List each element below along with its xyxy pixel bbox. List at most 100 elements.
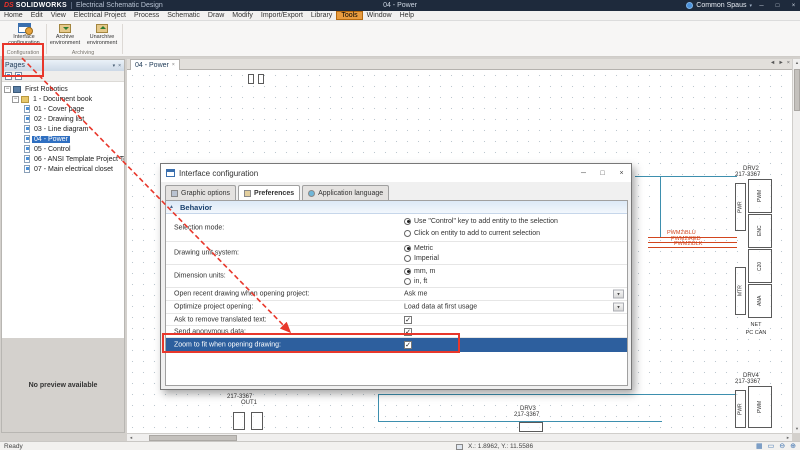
tab-list-close-icon[interactable]: × xyxy=(787,60,790,66)
scroll-down-icon[interactable]: ▼ xyxy=(793,425,800,433)
scroll-up-icon[interactable]: ▲ xyxy=(793,59,800,67)
pin-box[interactable] xyxy=(519,422,543,432)
menu-window[interactable]: Window xyxy=(363,11,396,20)
menu-draw[interactable]: Draw xyxy=(204,11,228,20)
menu-view[interactable]: View xyxy=(47,11,70,20)
menu-electrical-project[interactable]: Electrical Project xyxy=(70,11,130,20)
page-properties-icon[interactable] xyxy=(15,72,22,80)
radio-imperial[interactable]: Imperial xyxy=(404,253,439,263)
tab-preferences[interactable]: Preferences xyxy=(238,185,300,200)
tab-graphic-options[interactable]: Graphic options xyxy=(165,185,236,200)
grid-icon[interactable]: ▦ xyxy=(756,442,763,450)
wire[interactable] xyxy=(635,176,737,177)
pin-cell[interactable]: PWM xyxy=(748,179,772,213)
checkbox-send-anonymous[interactable]: ✓ xyxy=(404,328,412,336)
menu-help[interactable]: Help xyxy=(396,11,418,20)
schematic-symbol[interactable] xyxy=(248,74,254,84)
group-configuration-label: Configuration xyxy=(2,50,44,56)
tab-04-power[interactable]: 04 - Power × xyxy=(130,59,180,70)
pages-panel-header[interactable]: Pages ▾ × xyxy=(2,60,124,71)
row-zoom-to-fit[interactable]: Zoom to fit when opening drawing: ✓ xyxy=(166,338,627,352)
pin-box[interactable] xyxy=(251,412,263,430)
pin-cell[interactable]: ENC xyxy=(748,214,772,248)
pin-cell[interactable]: ANA xyxy=(748,284,772,318)
dialog-maximize-button[interactable]: □ xyxy=(593,164,612,182)
dropdown-value[interactable]: Load data at first usage xyxy=(404,304,477,311)
component-out1[interactable]: 217-3367 OUT1 xyxy=(227,394,275,406)
pin-box[interactable] xyxy=(233,412,245,430)
collapse-icon[interactable]: − xyxy=(4,86,11,93)
pin-cell[interactable]: C20 xyxy=(748,249,772,283)
tree-item-project[interactable]: − First Robotics xyxy=(2,84,124,94)
behavior-section-header[interactable]: ▲ Behavior xyxy=(166,201,627,214)
radio-metric[interactable]: Metric xyxy=(404,243,433,253)
pin-cell[interactable]: PWR xyxy=(735,183,746,231)
dialog-titlebar[interactable]: Interface configuration ─ □ × xyxy=(161,164,631,182)
menu-edit[interactable]: Edit xyxy=(27,11,47,20)
archive-environment-button[interactable]: Archive environment xyxy=(48,22,82,49)
close-panel-icon[interactable]: × xyxy=(118,63,121,69)
menu-library[interactable]: Library xyxy=(307,11,336,20)
tree-item-main-electrical-closet[interactable]: 07 - Main electrical closet xyxy=(2,164,124,174)
unarchive-environment-button[interactable]: Unarchive environment xyxy=(84,22,120,49)
dropdown-arrow-icon[interactable]: ▾ xyxy=(613,303,624,312)
tree-item-cover-page[interactable]: 01 - Cover page xyxy=(2,104,124,114)
collapse-icon[interactable]: − xyxy=(12,96,19,103)
radio-label: Imperial xyxy=(414,255,439,262)
component-drv2[interactable]: DRV2 217-3367 PWR MTR PWM ENC C20 ANA NE… xyxy=(735,166,777,336)
tree-item-drawing-list[interactable]: 02 - Drawing list xyxy=(2,114,124,124)
menu-schematic[interactable]: Schematic xyxy=(163,11,204,20)
zoom-in-icon[interactable]: ⊕ xyxy=(790,442,796,450)
menu-home[interactable]: Home xyxy=(0,11,27,20)
radio-click-on-entity[interactable]: Click on entity to add to current select… xyxy=(404,228,540,238)
user-avatar-icon[interactable] xyxy=(686,2,693,9)
user-menu-caret-icon[interactable]: ▾ xyxy=(749,3,752,9)
user-name[interactable]: Common Spaus xyxy=(696,2,746,9)
tab-close-icon[interactable]: × xyxy=(172,62,175,68)
component-drv3[interactable]: DRV3 217-3367 xyxy=(514,406,548,418)
tree-item-line-diagram[interactable]: 03 - Line diagram xyxy=(2,124,124,134)
component-drv4[interactable]: DRV4 217-3367 PWR PWM xyxy=(735,373,777,432)
pin-cell[interactable]: MTR xyxy=(735,267,746,315)
menu-process[interactable]: Process xyxy=(130,11,163,20)
dropdown-arrow-icon[interactable]: ▾ xyxy=(613,290,624,299)
checkbox-zoom-to-fit[interactable]: ✓ xyxy=(404,341,412,349)
zoom-fit-icon[interactable]: ▭ xyxy=(768,442,775,450)
tree-item-power-selected[interactable]: 04 - Power xyxy=(2,134,124,144)
radio-in-ft[interactable]: in, ft xyxy=(404,276,427,286)
menu-import-export[interactable]: Import/Export xyxy=(257,11,307,20)
panel-title: Pages xyxy=(5,62,110,69)
interface-configuration-button[interactable]: Interface configuration xyxy=(4,22,44,49)
pin-cell[interactable]: PWR xyxy=(735,390,746,428)
wire[interactable] xyxy=(378,394,379,421)
pin-cell[interactable]: PWM xyxy=(748,386,772,428)
wire[interactable] xyxy=(378,394,737,395)
radio-use-control-key[interactable]: Use "Control" key to add entity to the s… xyxy=(404,216,558,226)
tree-item-ansi-template[interactable]: 06 - ANSI Template Project Te xyxy=(2,154,124,164)
dialog-close-button[interactable]: × xyxy=(612,164,631,182)
radio-mm-m[interactable]: mm, m xyxy=(404,266,435,276)
vertical-scrollbar[interactable]: ▲ ▼ xyxy=(792,59,800,433)
tree-item-control[interactable]: 05 - Control xyxy=(2,144,124,154)
window-maximize-button[interactable]: □ xyxy=(771,0,784,11)
vertical-scroll-thumb[interactable] xyxy=(794,69,800,111)
tab-scroll-right-icon[interactable]: ► xyxy=(778,60,783,66)
pin-panel-icon[interactable]: ▾ xyxy=(113,63,116,69)
dialog-minimize-button[interactable]: ─ xyxy=(574,164,593,182)
window-minimize-button[interactable]: ─ xyxy=(755,0,768,11)
tab-application-language[interactable]: Application language xyxy=(302,185,389,200)
horizontal-scrollbar[interactable]: ◄ ► xyxy=(127,433,792,441)
menu-modify[interactable]: Modify xyxy=(228,11,257,20)
window-close-button[interactable]: × xyxy=(787,0,800,11)
tab-scroll-left-icon[interactable]: ◄ xyxy=(770,60,775,66)
tree-item-document-book[interactable]: − 1 - Document book xyxy=(2,94,124,104)
new-page-icon[interactable] xyxy=(5,72,12,80)
menu-tools[interactable]: Tools xyxy=(336,11,362,20)
wire-pwm2-blk[interactable] xyxy=(648,247,737,248)
wire[interactable] xyxy=(660,176,661,237)
dropdown-value[interactable]: Ask me xyxy=(404,291,427,298)
zoom-out-icon[interactable]: ⊖ xyxy=(779,442,785,450)
schematic-symbol[interactable] xyxy=(258,74,264,84)
checkbox-ask-translated[interactable]: ✓ xyxy=(404,316,412,324)
collapse-section-icon[interactable]: ▲ xyxy=(169,204,174,210)
